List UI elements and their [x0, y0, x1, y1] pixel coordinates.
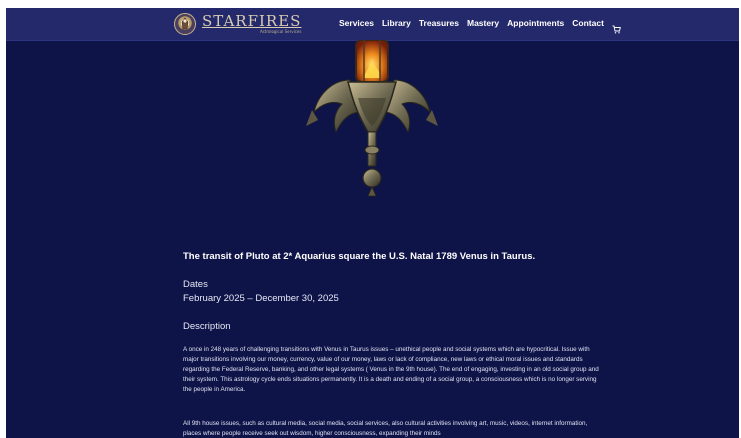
article-title: The transit of Pluto at 2* Aquarius squa… — [183, 251, 536, 262]
nav-item-mastery[interactable]: Mastery — [467, 18, 499, 28]
description-label: Description — [183, 321, 231, 332]
brand-logo[interactable]: STARFIRES Astrological Services — [174, 12, 301, 36]
article-content: The transit of Pluto at 2* Aquarius squa… — [183, 251, 603, 437]
nav-item-library[interactable]: Library — [382, 18, 411, 28]
brand-name: STARFIRES — [202, 12, 302, 30]
dates-label: Dates — [183, 279, 208, 290]
main-nav: Services Library Treasures Mastery Appoi… — [339, 18, 621, 33]
description-paragraph: A once in 248 years of challenging trans… — [183, 346, 599, 393]
brand-tagline: Astrological Services — [259, 29, 302, 34]
starfires-logo-icon — [174, 13, 196, 35]
nav-item-appointments[interactable]: Appointments — [507, 18, 564, 28]
nav-item-services[interactable]: Services — [339, 18, 374, 28]
nav-item-contact[interactable]: Contact — [572, 18, 604, 28]
dates-value: February 2025 – December 30, 2025 — [183, 293, 339, 304]
lantern-image — [292, 39, 452, 200]
nav-item-treasures[interactable]: Treasures — [419, 18, 459, 28]
page-viewport: STARFIRES Astrological Services Services… — [6, 8, 739, 438]
cart-icon[interactable] — [612, 19, 621, 33]
site-header: STARFIRES Astrological Services Services… — [6, 8, 739, 41]
description-paragraph: All 9th house issues, such as cultural m… — [183, 420, 588, 437]
